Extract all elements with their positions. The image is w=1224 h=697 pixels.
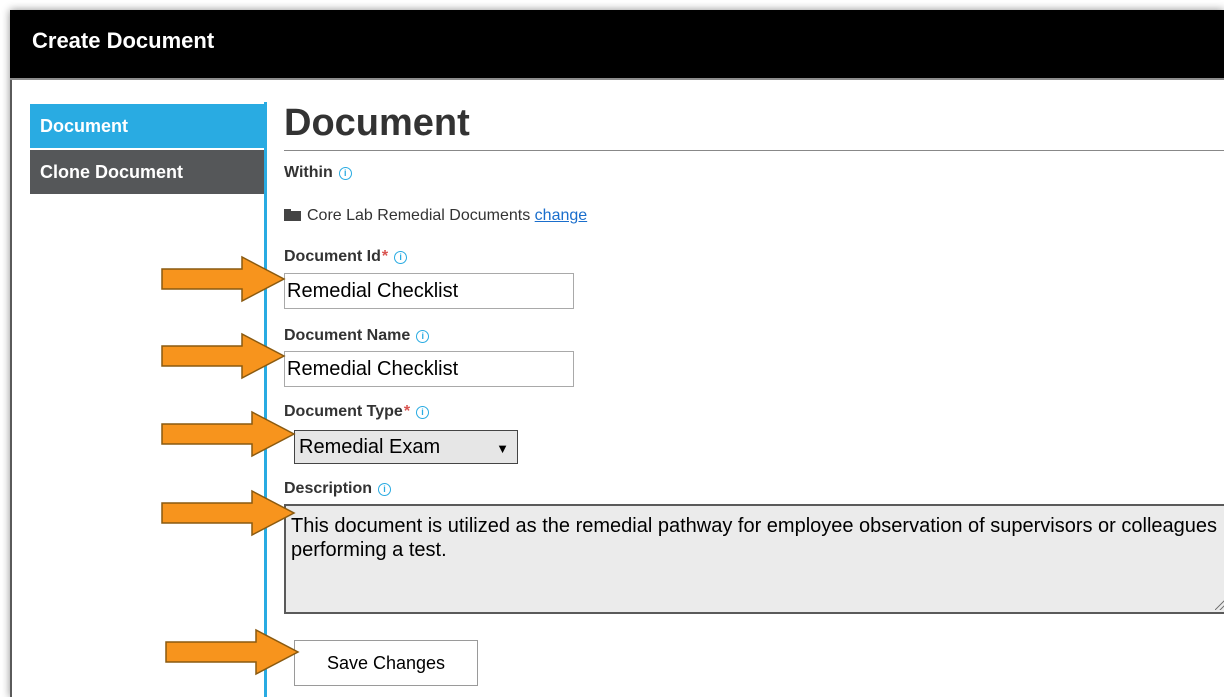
resize-handle[interactable] bbox=[1215, 600, 1224, 610]
annotation-arrow-icon bbox=[161, 410, 296, 458]
description-textarea[interactable]: This document is utilized as the remedia… bbox=[284, 504, 1224, 614]
caret-down-icon: ▼ bbox=[496, 441, 509, 456]
document-type-label: Document Type bbox=[284, 403, 403, 420]
document-id-label: Document Id bbox=[284, 248, 381, 265]
within-label-row: Within i bbox=[284, 164, 352, 182]
annotation-arrow-icon bbox=[161, 489, 296, 537]
info-icon[interactable]: i bbox=[416, 406, 430, 419]
change-folder-link[interactable]: change bbox=[535, 207, 588, 224]
document-name-label: Document Name bbox=[284, 327, 411, 344]
description-label-row: Description i bbox=[284, 480, 392, 498]
info-icon[interactable]: i bbox=[338, 167, 352, 180]
within-label: Within bbox=[284, 164, 333, 181]
annotation-arrow-icon bbox=[161, 332, 286, 380]
folder-name: Core Lab Remedial Documents bbox=[307, 207, 531, 224]
info-icon[interactable]: i bbox=[416, 330, 430, 343]
description-text: This document is utilized as the remedia… bbox=[291, 515, 1218, 561]
save-changes-button[interactable]: Save Changes bbox=[294, 640, 478, 686]
create-document-window: Create Document Document Clone Document … bbox=[10, 10, 1224, 697]
annotation-arrow-icon bbox=[165, 628, 300, 676]
document-type-selected: Remedial Exam bbox=[299, 436, 441, 458]
required-marker: * bbox=[381, 248, 389, 265]
document-name-label-row: Document Name i bbox=[284, 327, 430, 345]
required-marker: * bbox=[403, 403, 411, 420]
heading-underline bbox=[284, 150, 1224, 151]
info-icon[interactable]: i bbox=[394, 251, 408, 264]
window-title: Create Document bbox=[32, 28, 215, 53]
folder-open-icon bbox=[284, 209, 301, 221]
sidebar-item-clone-document[interactable]: Clone Document bbox=[30, 150, 264, 194]
document-type-select[interactable]: Remedial Exam ▼ bbox=[294, 430, 518, 464]
document-id-label-row: Document Id* i bbox=[284, 248, 408, 266]
title-divider bbox=[10, 78, 1224, 80]
sidebar-nav: Document Clone Document bbox=[30, 104, 264, 196]
document-id-input[interactable]: Remedial Checklist bbox=[284, 273, 574, 309]
window-left-border bbox=[10, 80, 12, 697]
document-type-label-row: Document Type* i bbox=[284, 403, 430, 421]
title-bar: Create Document bbox=[10, 10, 1224, 78]
info-icon[interactable]: i bbox=[378, 483, 392, 496]
document-name-input[interactable]: Remedial Checklist bbox=[284, 351, 574, 387]
within-folder-row: Core Lab Remedial Documents change bbox=[284, 207, 587, 225]
page-title: Document bbox=[284, 102, 470, 144]
content-divider bbox=[264, 102, 267, 697]
sidebar-item-document[interactable]: Document bbox=[30, 104, 264, 148]
annotation-arrow-icon bbox=[161, 255, 286, 303]
